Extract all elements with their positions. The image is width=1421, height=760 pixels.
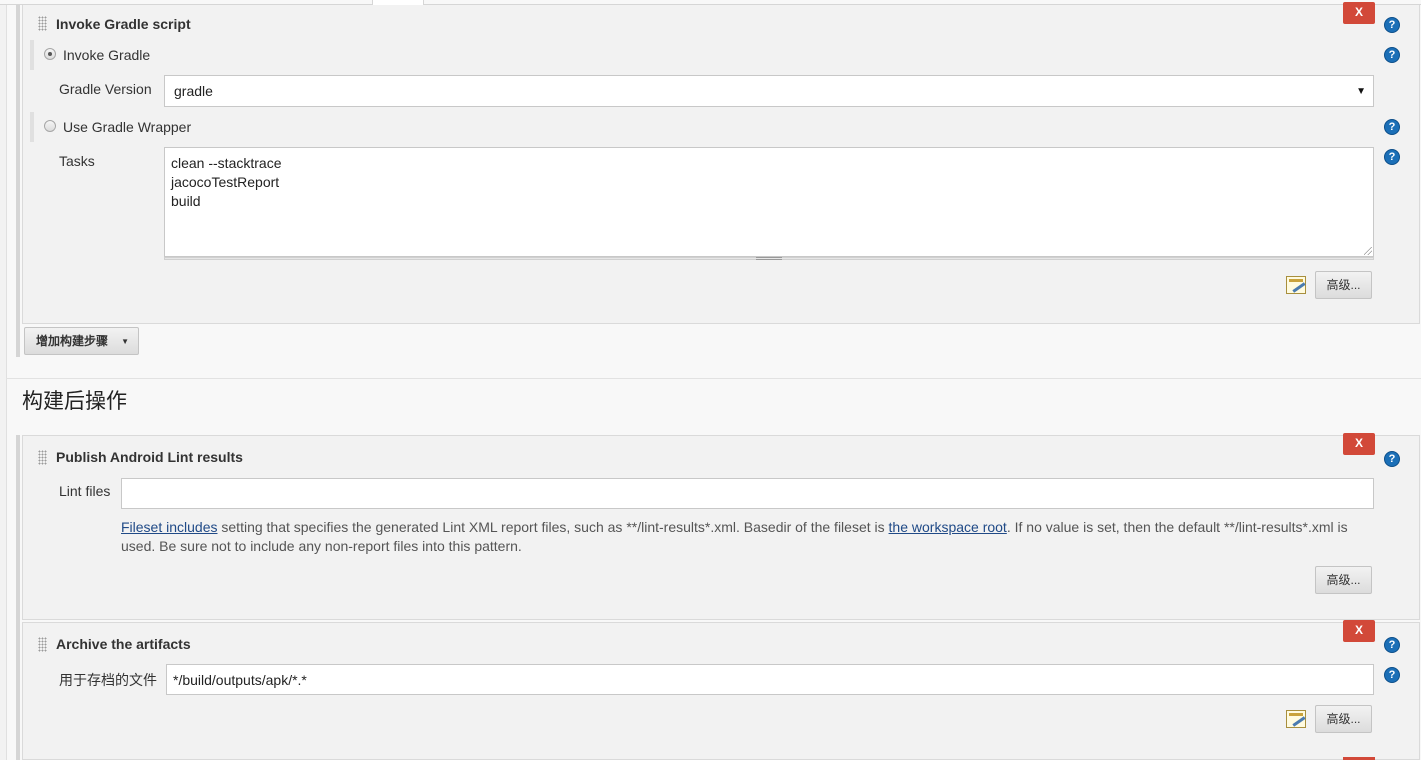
lint-files-description: Fileset includes setting that specifies … — [121, 518, 1374, 556]
gradle-advanced-button[interactable]: 高级... — [1315, 271, 1372, 299]
left-border — [0, 5, 7, 378]
drag-handle-icon[interactable] — [38, 16, 47, 31]
task-line: build — [171, 193, 201, 209]
post-build-heading: 构建后操作 — [22, 390, 127, 413]
delete-gradle-step-button[interactable]: X — [1343, 2, 1375, 24]
task-line: clean --stacktrace — [171, 155, 282, 171]
desc-line2: used. Be sure not to include any non-rep… — [121, 538, 522, 554]
workspace-root-link[interactable]: the workspace root — [889, 519, 1007, 535]
archive-files-label: 用于存档的文件 — [59, 672, 157, 688]
notepad-icon[interactable] — [1286, 276, 1306, 294]
dropdown-arrow-icon: ▼ — [1356, 86, 1366, 97]
gradle-version-value: gradle — [174, 83, 213, 99]
help-icon[interactable]: ? — [1384, 119, 1400, 135]
fileset-includes-link[interactable]: Fileset includes — [121, 519, 218, 535]
gradle-version-select[interactable]: gradle ▼ — [164, 75, 1374, 107]
resize-grip-icon[interactable] — [1364, 247, 1372, 255]
chevron-down-icon: ▼ — [121, 337, 129, 346]
help-icon[interactable]: ? — [1384, 149, 1400, 165]
radio-gutter — [30, 40, 34, 70]
use-wrapper-radio[interactable] — [44, 120, 56, 132]
help-icon[interactable]: ? — [1384, 451, 1400, 467]
tasks-label: Tasks — [59, 153, 95, 169]
use-wrapper-label: Use Gradle Wrapper — [63, 119, 192, 135]
help-icon[interactable]: ? — [1384, 17, 1400, 33]
gradle-step-title: Invoke Gradle script — [56, 16, 191, 32]
help-icon[interactable]: ? — [1384, 637, 1400, 653]
invoke-gradle-radio[interactable] — [44, 48, 56, 60]
invoke-gradle-label: Invoke Gradle — [63, 47, 151, 63]
desc-text: . If no value is set, then the default *… — [1006, 519, 1348, 535]
left-border-lower — [0, 378, 7, 760]
add-build-step-label: 增加构建步骤 — [36, 334, 109, 348]
delete-lint-step-button[interactable]: X — [1343, 433, 1375, 455]
drag-handle-icon[interactable] — [38, 450, 47, 465]
tasks-textarea[interactable]: clean --stacktrace jacocoTestReport buil… — [164, 147, 1374, 257]
task-line: jacocoTestReport — [171, 174, 280, 190]
lint-advanced-button[interactable]: 高级... — [1315, 566, 1372, 594]
lint-step-title: Publish Android Lint results — [56, 449, 243, 465]
help-icon[interactable]: ? — [1384, 47, 1400, 63]
notepad-icon[interactable] — [1286, 710, 1306, 728]
section-gutter — [16, 435, 20, 760]
archive-advanced-button[interactable]: 高级... — [1315, 705, 1372, 733]
section-gutter — [16, 5, 20, 357]
delete-archive-step-button[interactable]: X — [1343, 620, 1375, 642]
help-icon[interactable]: ? — [1384, 667, 1400, 683]
lint-files-input[interactable] — [121, 478, 1374, 509]
gradle-version-label: Gradle Version — [59, 81, 152, 97]
add-build-step-button[interactable]: 增加构建步骤 ▼ — [24, 327, 139, 355]
desc-text: setting that specifies the generated Lin… — [217, 519, 889, 535]
lint-files-label: Lint files — [59, 483, 111, 499]
radio-gutter — [30, 112, 34, 142]
archive-step-title: Archive the artifacts — [56, 636, 191, 652]
archive-files-input[interactable]: */build/outputs/apk/*.* — [166, 664, 1374, 695]
section-divider — [6, 378, 1421, 379]
drag-handle-icon[interactable] — [38, 637, 47, 652]
resizer-handle-icon[interactable] — [756, 257, 782, 260]
